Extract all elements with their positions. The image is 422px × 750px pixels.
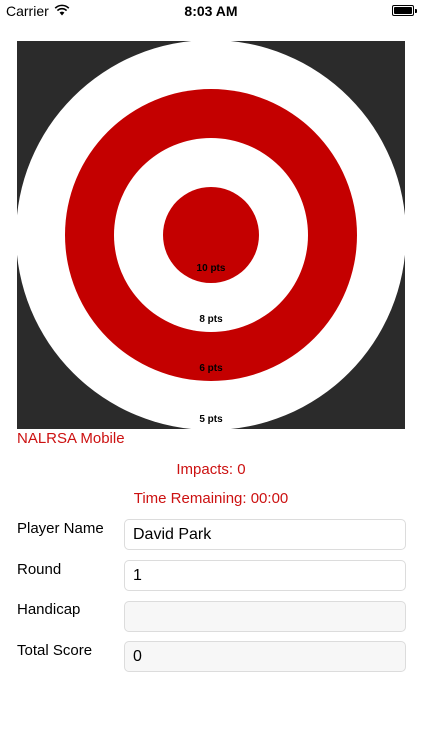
player-name-label: Player Name [17,520,104,537]
ring-label-6: 6 pts [199,363,223,374]
status-time: 8:03 AM [184,3,238,19]
ring-label-5: 5 pts [199,414,223,425]
total-score-field [124,641,406,672]
status-bar: Carrier 8:03 AM [0,0,422,24]
battery-icon [392,5,417,16]
status-right [392,5,417,16]
app-title: NALRSA Mobile [17,430,125,447]
target-board[interactable]: 10 pts 8 pts 6 pts 5 pts [17,41,405,429]
ring-label-10: 10 pts [196,263,226,274]
battery-fill [394,7,412,14]
total-score-label: Total Score [17,642,93,659]
battery-tip [415,9,417,13]
time-remaining: Time Remaining: 00:00 [133,490,289,507]
round-label: Round [17,561,62,578]
impacts-count: Impacts: 0 [176,461,246,478]
handicap-label: Handicap [17,601,81,618]
ring-label-8: 8 pts [199,314,223,325]
player-name-field[interactable] [124,519,406,550]
round-field[interactable] [124,560,406,591]
handicap-field [124,601,406,632]
